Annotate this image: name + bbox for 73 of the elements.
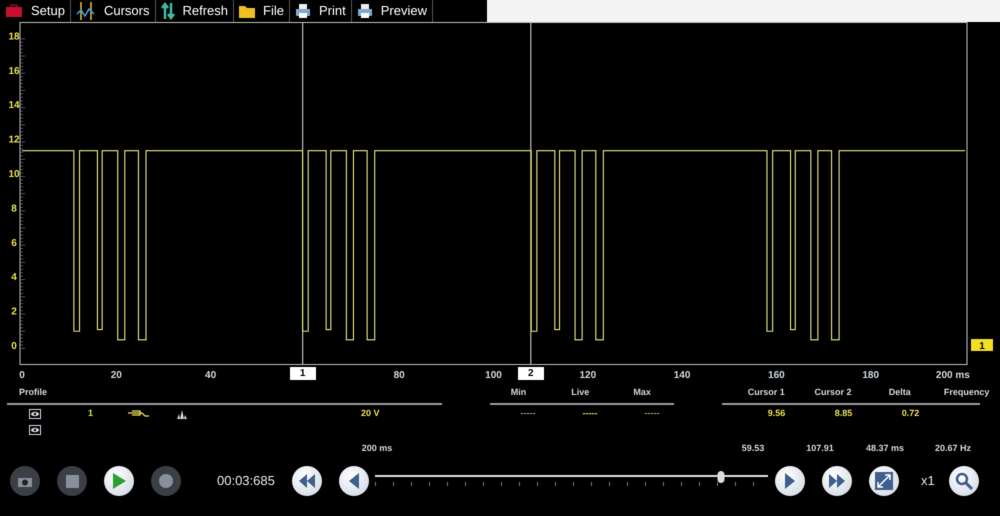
stat-value: 9.56	[766, 407, 786, 420]
waveform-peaks-icon	[177, 410, 187, 418]
y-axis-label: 4	[11, 272, 17, 284]
stat-value: 0.72	[900, 407, 920, 420]
cursor-marker[interactable]: 2	[518, 367, 544, 380]
double-right-arrow-icon	[828, 472, 846, 490]
stat-value: 8.85	[834, 407, 854, 420]
expand-icon	[875, 472, 893, 490]
rewind-button[interactable]	[292, 466, 322, 496]
x-axis-label: 20	[110, 369, 122, 383]
x-axis-label: 200 ms	[936, 369, 970, 383]
fit-button[interactable]	[869, 466, 899, 496]
column-header: Max	[632, 386, 652, 400]
column-header: Cursor 2	[814, 386, 853, 400]
cursor-marker[interactable]: 1	[290, 367, 316, 380]
refresh-icon	[160, 2, 174, 20]
stat-value: 20.67 Hz	[934, 442, 972, 455]
x-axis-label: 120	[579, 369, 596, 383]
y-axis-label: 14	[8, 100, 20, 112]
play-button[interactable]	[104, 466, 134, 496]
slider-thumb[interactable]	[717, 471, 724, 483]
channel-number: 1	[88, 407, 94, 420]
eye-icon[interactable]	[29, 425, 41, 435]
timebase-label: 200 ms	[362, 442, 392, 455]
y-axis-label: 8	[11, 203, 17, 214]
back-button[interactable]	[339, 466, 369, 496]
record-icon	[159, 474, 173, 488]
y-axis-label: 18	[8, 31, 20, 42]
probe-icon	[128, 409, 150, 419]
x-axis-label: 0	[19, 369, 25, 383]
stat-value: -----	[644, 407, 660, 420]
left-arrow-icon	[348, 472, 360, 490]
zoom-level: x1	[921, 472, 936, 490]
column-header: Cursor 1	[746, 386, 786, 400]
y-axis-label: 0	[11, 341, 17, 352]
x-axis-label: 100	[485, 369, 502, 383]
printer-icon	[356, 3, 373, 19]
y-axis-label: 12	[8, 134, 20, 146]
double-left-arrow-icon	[298, 472, 316, 490]
cursor-lines-icon	[76, 2, 96, 20]
column-header: Min	[510, 386, 528, 400]
x-axis-label: 40	[205, 369, 216, 383]
column-header: Delta	[888, 386, 912, 400]
channel-scale: 20 V	[361, 407, 381, 420]
x-axis-label: 140	[674, 369, 690, 383]
zoom-button[interactable]	[949, 466, 979, 496]
y-axis-label: 6	[11, 238, 17, 249]
stat-value: -----	[520, 407, 536, 420]
y-axis-label: 2	[11, 306, 17, 318]
x-axis-label: 160	[768, 369, 785, 383]
column-header: Profile	[19, 386, 48, 400]
x-axis-label: 180	[862, 369, 880, 383]
elapsed-time: 00:03:685	[217, 472, 276, 490]
channel-marker[interactable]: 1	[971, 339, 993, 352]
stop-icon	[66, 474, 78, 488]
column-header: Frequency	[942, 386, 990, 400]
eye-icon[interactable]	[29, 409, 41, 419]
stat-value: 59.53	[742, 442, 764, 455]
stat-value: -----	[582, 407, 598, 420]
x-axis-label: 80	[394, 369, 405, 383]
fast-forward-button[interactable]	[822, 466, 852, 496]
forward-button[interactable]	[775, 466, 805, 496]
search-icon	[955, 472, 973, 490]
toolbox-icon	[5, 4, 23, 18]
stat-value: 48.37 ms	[866, 442, 904, 455]
y-axis-label: 10	[8, 169, 20, 180]
play-icon	[111, 472, 127, 490]
column-header: Live	[570, 386, 590, 400]
folder-icon	[239, 4, 256, 18]
right-arrow-icon	[784, 472, 796, 490]
y-axis-label: 16	[8, 66, 20, 77]
stat-value: 107.91	[806, 442, 834, 455]
printer-icon	[294, 3, 311, 19]
